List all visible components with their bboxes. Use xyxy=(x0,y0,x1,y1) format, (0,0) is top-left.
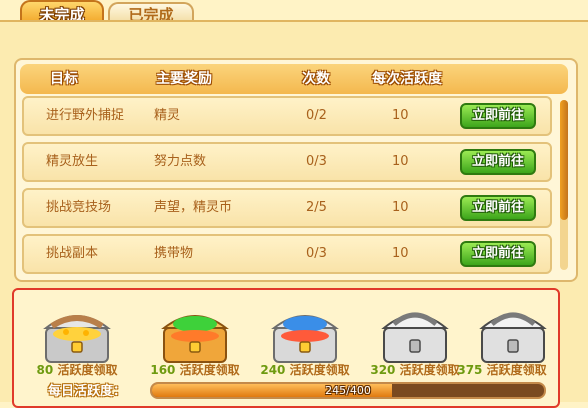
reward-label: 375 活跃度领取 xyxy=(442,361,562,378)
row-goal: 进行野外捕捉 xyxy=(46,108,125,123)
go-button[interactable]: 立即前往 xyxy=(460,149,536,175)
reward-text: 活跃度领取 xyxy=(179,363,240,377)
task-list: 目标 主要奖励 次数 每次活跃度 进行野外捕捉 精灵 0/2 10 立即前往 精… xyxy=(14,58,578,282)
row-reward: 精灵 xyxy=(154,108,181,123)
scrollbar[interactable] xyxy=(560,100,568,270)
go-button[interactable]: 立即前往 xyxy=(460,241,536,267)
reward-panel: 80 活跃度领取 160 活跃度领取 240 活跃度领取 320 活跃度领取 3… xyxy=(12,288,560,408)
row-count: 0/3 xyxy=(306,154,327,169)
row-goal: 挑战竞技场 xyxy=(46,200,112,215)
header-goal: 目标 xyxy=(50,71,78,87)
reward-text: 活跃度领取 xyxy=(289,363,350,377)
progress-text: 245/400 xyxy=(325,384,371,397)
daily-activity-label: 每日活跃度： xyxy=(48,384,127,399)
reward-value: 320 xyxy=(370,363,396,377)
row-count: 0/2 xyxy=(306,108,327,123)
table-row: 挑战竞技场 声望，精灵币 2/5 10 立即前往 xyxy=(22,188,552,228)
row-points: 10 xyxy=(392,154,409,169)
row-reward: 声望，精灵币 xyxy=(154,200,233,215)
reward-label: 240 活跃度领取 xyxy=(245,361,365,378)
row-count: 0/3 xyxy=(306,246,327,261)
scroll-thumb[interactable] xyxy=(560,100,568,220)
row-goal: 挑战副本 xyxy=(46,246,99,261)
row-points: 10 xyxy=(392,200,409,215)
header-points: 每次活跃度 xyxy=(372,71,442,87)
table-header: 目标 主要奖励 次数 每次活跃度 xyxy=(20,64,568,94)
reward-value: 160 xyxy=(150,363,176,377)
header-count: 次数 xyxy=(302,71,330,87)
row-goal: 精灵放生 xyxy=(46,154,99,169)
daily-progress-bar: 245/400 xyxy=(150,382,546,399)
table-row: 挑战副本 携带物 0/3 10 立即前往 xyxy=(22,234,552,274)
row-reward: 携带物 xyxy=(154,246,194,261)
table-row: 精灵放生 努力点数 0/3 10 立即前往 xyxy=(22,142,552,182)
reward-text: 活跃度领取 xyxy=(486,363,547,377)
row-count: 2/5 xyxy=(306,200,327,215)
row-points: 10 xyxy=(392,108,409,123)
row-reward: 努力点数 xyxy=(154,154,207,169)
reward-value: 240 xyxy=(260,363,286,377)
go-button[interactable]: 立即前往 xyxy=(460,195,536,221)
activity-panel: 目标 主要奖励 次数 每次活跃度 进行野外捕捉 精灵 0/2 10 立即前往 精… xyxy=(0,20,588,408)
reward-label: 80 活跃度领取 xyxy=(17,361,137,378)
reward-value: 80 xyxy=(36,363,54,377)
reward-text: 活跃度领取 xyxy=(57,363,118,377)
reward-label: 160 活跃度领取 xyxy=(135,361,255,378)
header-reward: 主要奖励 xyxy=(156,71,212,87)
table-row: 进行野外捕捉 精灵 0/2 10 立即前往 xyxy=(22,96,552,136)
reward-value: 375 xyxy=(457,363,483,377)
go-button[interactable]: 立即前往 xyxy=(460,103,536,129)
row-points: 10 xyxy=(392,246,409,261)
